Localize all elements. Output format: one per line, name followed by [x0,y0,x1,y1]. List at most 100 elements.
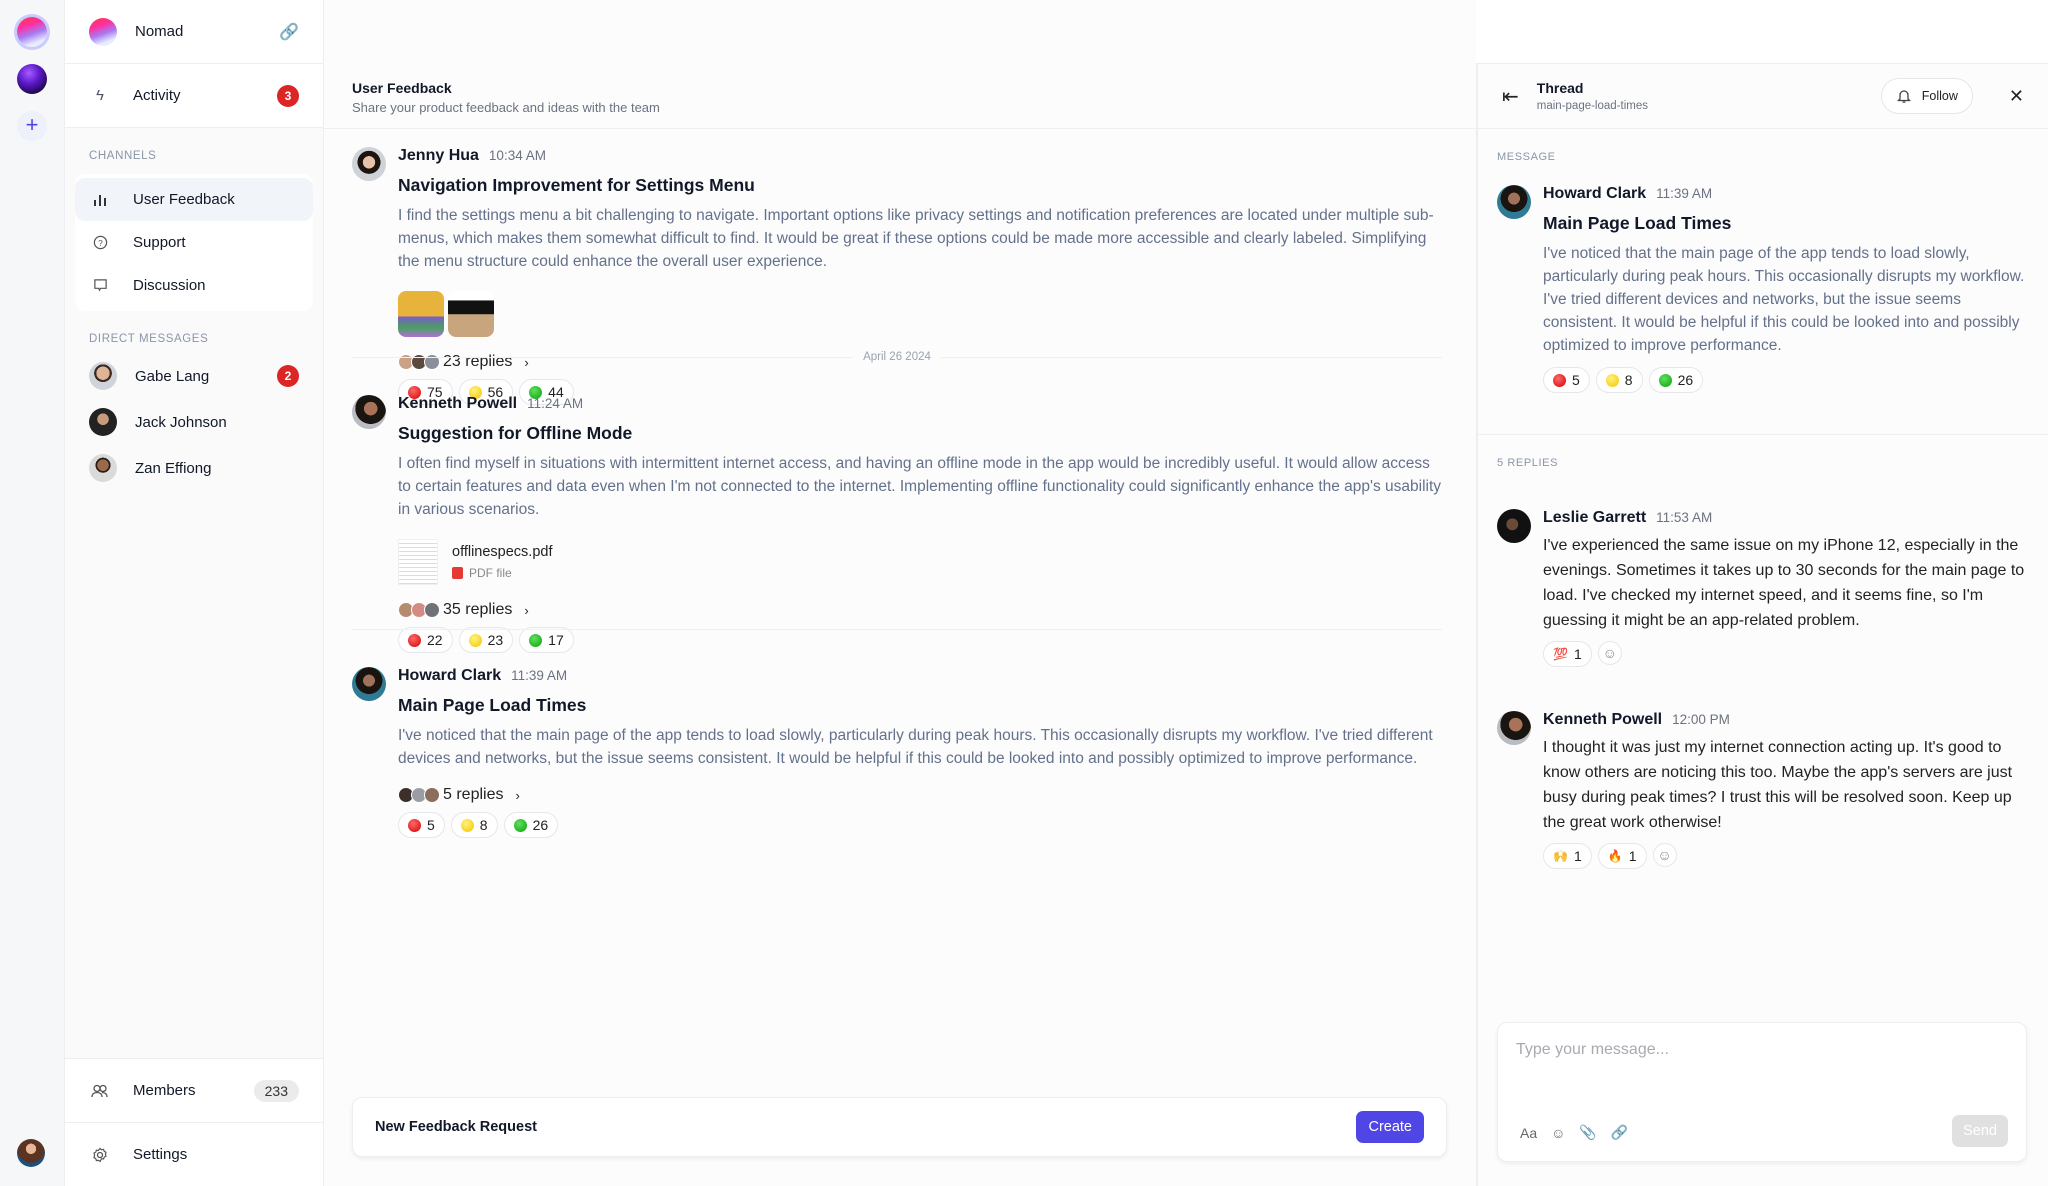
reaction-count: 26 [1677,372,1694,388]
sidebar-item-discussion[interactable]: Discussion [75,264,313,307]
sidebar-item-settings[interactable]: Settings [65,1122,323,1186]
reaction-hundred[interactable]: 💯 1 [1543,641,1592,667]
channel-list: User Feedback ? Support Discussion [75,174,313,311]
help-circle-icon: ? [89,235,111,250]
attachments [398,291,1442,337]
pdf-icon [452,567,463,579]
avatar[interactable] [1497,711,1531,745]
avatar[interactable] [352,147,386,181]
replies-link[interactable]: 35 replies › [398,601,1442,619]
author-name[interactable]: Kenneth Powell [398,395,517,413]
link-icon[interactable]: 🔗 [279,22,299,42]
follow-button[interactable]: Follow [1880,78,1973,114]
send-button[interactable]: Send [1952,1115,2008,1147]
activity-label: Activity [133,87,181,104]
sidebar-item-activity[interactable]: ϟ Activity 3 [65,64,323,128]
reaction-count: 5 [427,817,435,833]
reaction-green[interactable]: 26 [1648,367,1704,393]
reaction-fire[interactable]: 🔥 1 [1597,843,1647,869]
channels-header: CHANNELS [89,150,157,162]
message-feed[interactable]: Jenny Hua 10:34 AM Navigation Improvemen… [324,129,1476,1089]
settings-label: Settings [133,1146,188,1163]
author-name[interactable]: Leslie Garrett [1543,509,1646,527]
users-icon [89,1084,111,1098]
workspace-nomad-icon[interactable] [17,17,47,47]
bell-icon [1896,90,1911,103]
reaction-yellow[interactable]: 23 [458,627,514,653]
sidebar-item-user-feedback[interactable]: User Feedback [75,178,313,221]
green-circle-icon [529,633,543,647]
message-text: I've noticed that the main page of the a… [398,727,1433,767]
reaction-raised-hands[interactable]: 🙌 1 [1543,843,1592,869]
thread-subtitle: main-page-load-times [1536,100,1648,112]
reaction-yellow[interactable]: 8 [1595,367,1643,393]
author-name[interactable]: Kenneth Powell [1543,711,1662,729]
message-title: Main Page Load Times [398,695,587,715]
author-name[interactable]: Jenny Hua [398,147,479,165]
dm-item-jack-johnson[interactable]: Jack Johnson [65,399,323,445]
dm-item-zan-effiong[interactable]: Zan Effiong [65,445,323,491]
sidebar-item-members[interactable]: Members 233 [65,1058,323,1122]
replies-link[interactable]: 5 replies › [398,786,1442,804]
reaction-red[interactable]: 22 [398,627,453,653]
file-attachment[interactable]: offlinespecs.pdf PDF file [398,539,1442,585]
reaction-red[interactable]: 5 [1543,367,1590,393]
reaction-green[interactable]: 17 [519,627,574,653]
timestamp: 11:39 AM [1656,186,1713,201]
emoji-icon[interactable]: ☺ [1551,1125,1565,1141]
sidebar-item-support[interactable]: ? Support [75,221,313,264]
green-circle-icon [513,818,527,832]
new-feedback-label: New Feedback Request [375,1119,537,1135]
raised-hands-icon: 🙌 [1553,849,1568,863]
thread-header: ⇤ Thread main-page-load-times Follow ✕ [1478,64,2048,129]
channel-description: Share your product feedback and ideas wi… [352,100,660,115]
text-format-icon[interactable]: Aa [1520,1125,1537,1141]
reactions: 5 8 26 [1543,367,2029,393]
composer-toolbar: Aa ☺ 📎 🔗 [1520,1124,1628,1141]
dm-item-gabe-lang[interactable]: Gabe Lang 2 [65,353,323,399]
add-workspace-button[interactable]: + [17,111,47,141]
reaction-green[interactable]: 26 [503,812,559,838]
reaction-red[interactable]: 5 [398,812,445,838]
user-avatar[interactable] [17,1139,45,1167]
date-separator: April 26 2024 [352,351,1442,363]
message-title: Suggestion for Offline Mode [398,423,633,443]
avatar[interactable] [352,395,386,429]
author-name[interactable]: Howard Clark [398,667,501,685]
workspace-secondary-icon[interactable] [17,64,47,94]
channel-main: User Feedback Share your product feedbac… [324,0,1476,1186]
message-input[interactable] [1516,1041,2006,1081]
collapse-panel-icon[interactable]: ⇤ [1502,84,1519,109]
yellow-circle-icon [468,633,482,647]
link-icon[interactable]: 🔗 [1611,1124,1628,1141]
add-reaction-icon[interactable]: ☺ [1597,641,1622,665]
avatar[interactable] [352,667,386,701]
message-square-icon [89,278,111,293]
bar-chart-icon [89,193,111,207]
thread-parent-message: Howard Clark 11:39 AM Main Page Load Tim… [1478,185,2048,393]
close-icon[interactable]: ✕ [2009,86,2024,107]
thread-reply: Leslie Garrett 11:53 AM I've experienced… [1478,509,2048,667]
reaction-yellow[interactable]: 8 [450,812,498,838]
red-circle-icon [408,633,421,647]
channel-label: Support [133,234,186,251]
workspace-rail: + [0,0,65,1186]
members-count: 233 [253,1079,299,1102]
create-button[interactable]: Create [1356,1111,1424,1143]
paperclip-icon[interactable]: 📎 [1579,1124,1596,1141]
reaction-count: 23 [487,632,504,648]
channel-label: Discussion [133,277,206,294]
message-text: I often find myself in situations with i… [398,455,1442,518]
avatar[interactable] [1497,185,1531,219]
reaction-count: 5 [1572,372,1580,388]
add-reaction-icon[interactable]: ☺ [1652,843,1677,867]
image-attachment[interactable] [448,291,494,337]
author-name[interactable]: Howard Clark [1543,185,1646,203]
file-thumbnail [398,539,438,585]
fire-icon: 🔥 [1607,849,1623,863]
avatar[interactable] [1497,509,1531,543]
image-attachment[interactable] [398,291,444,337]
reaction-count: 22 [427,632,443,648]
reaction-count: 1 [1573,646,1582,662]
red-circle-icon [408,818,421,832]
